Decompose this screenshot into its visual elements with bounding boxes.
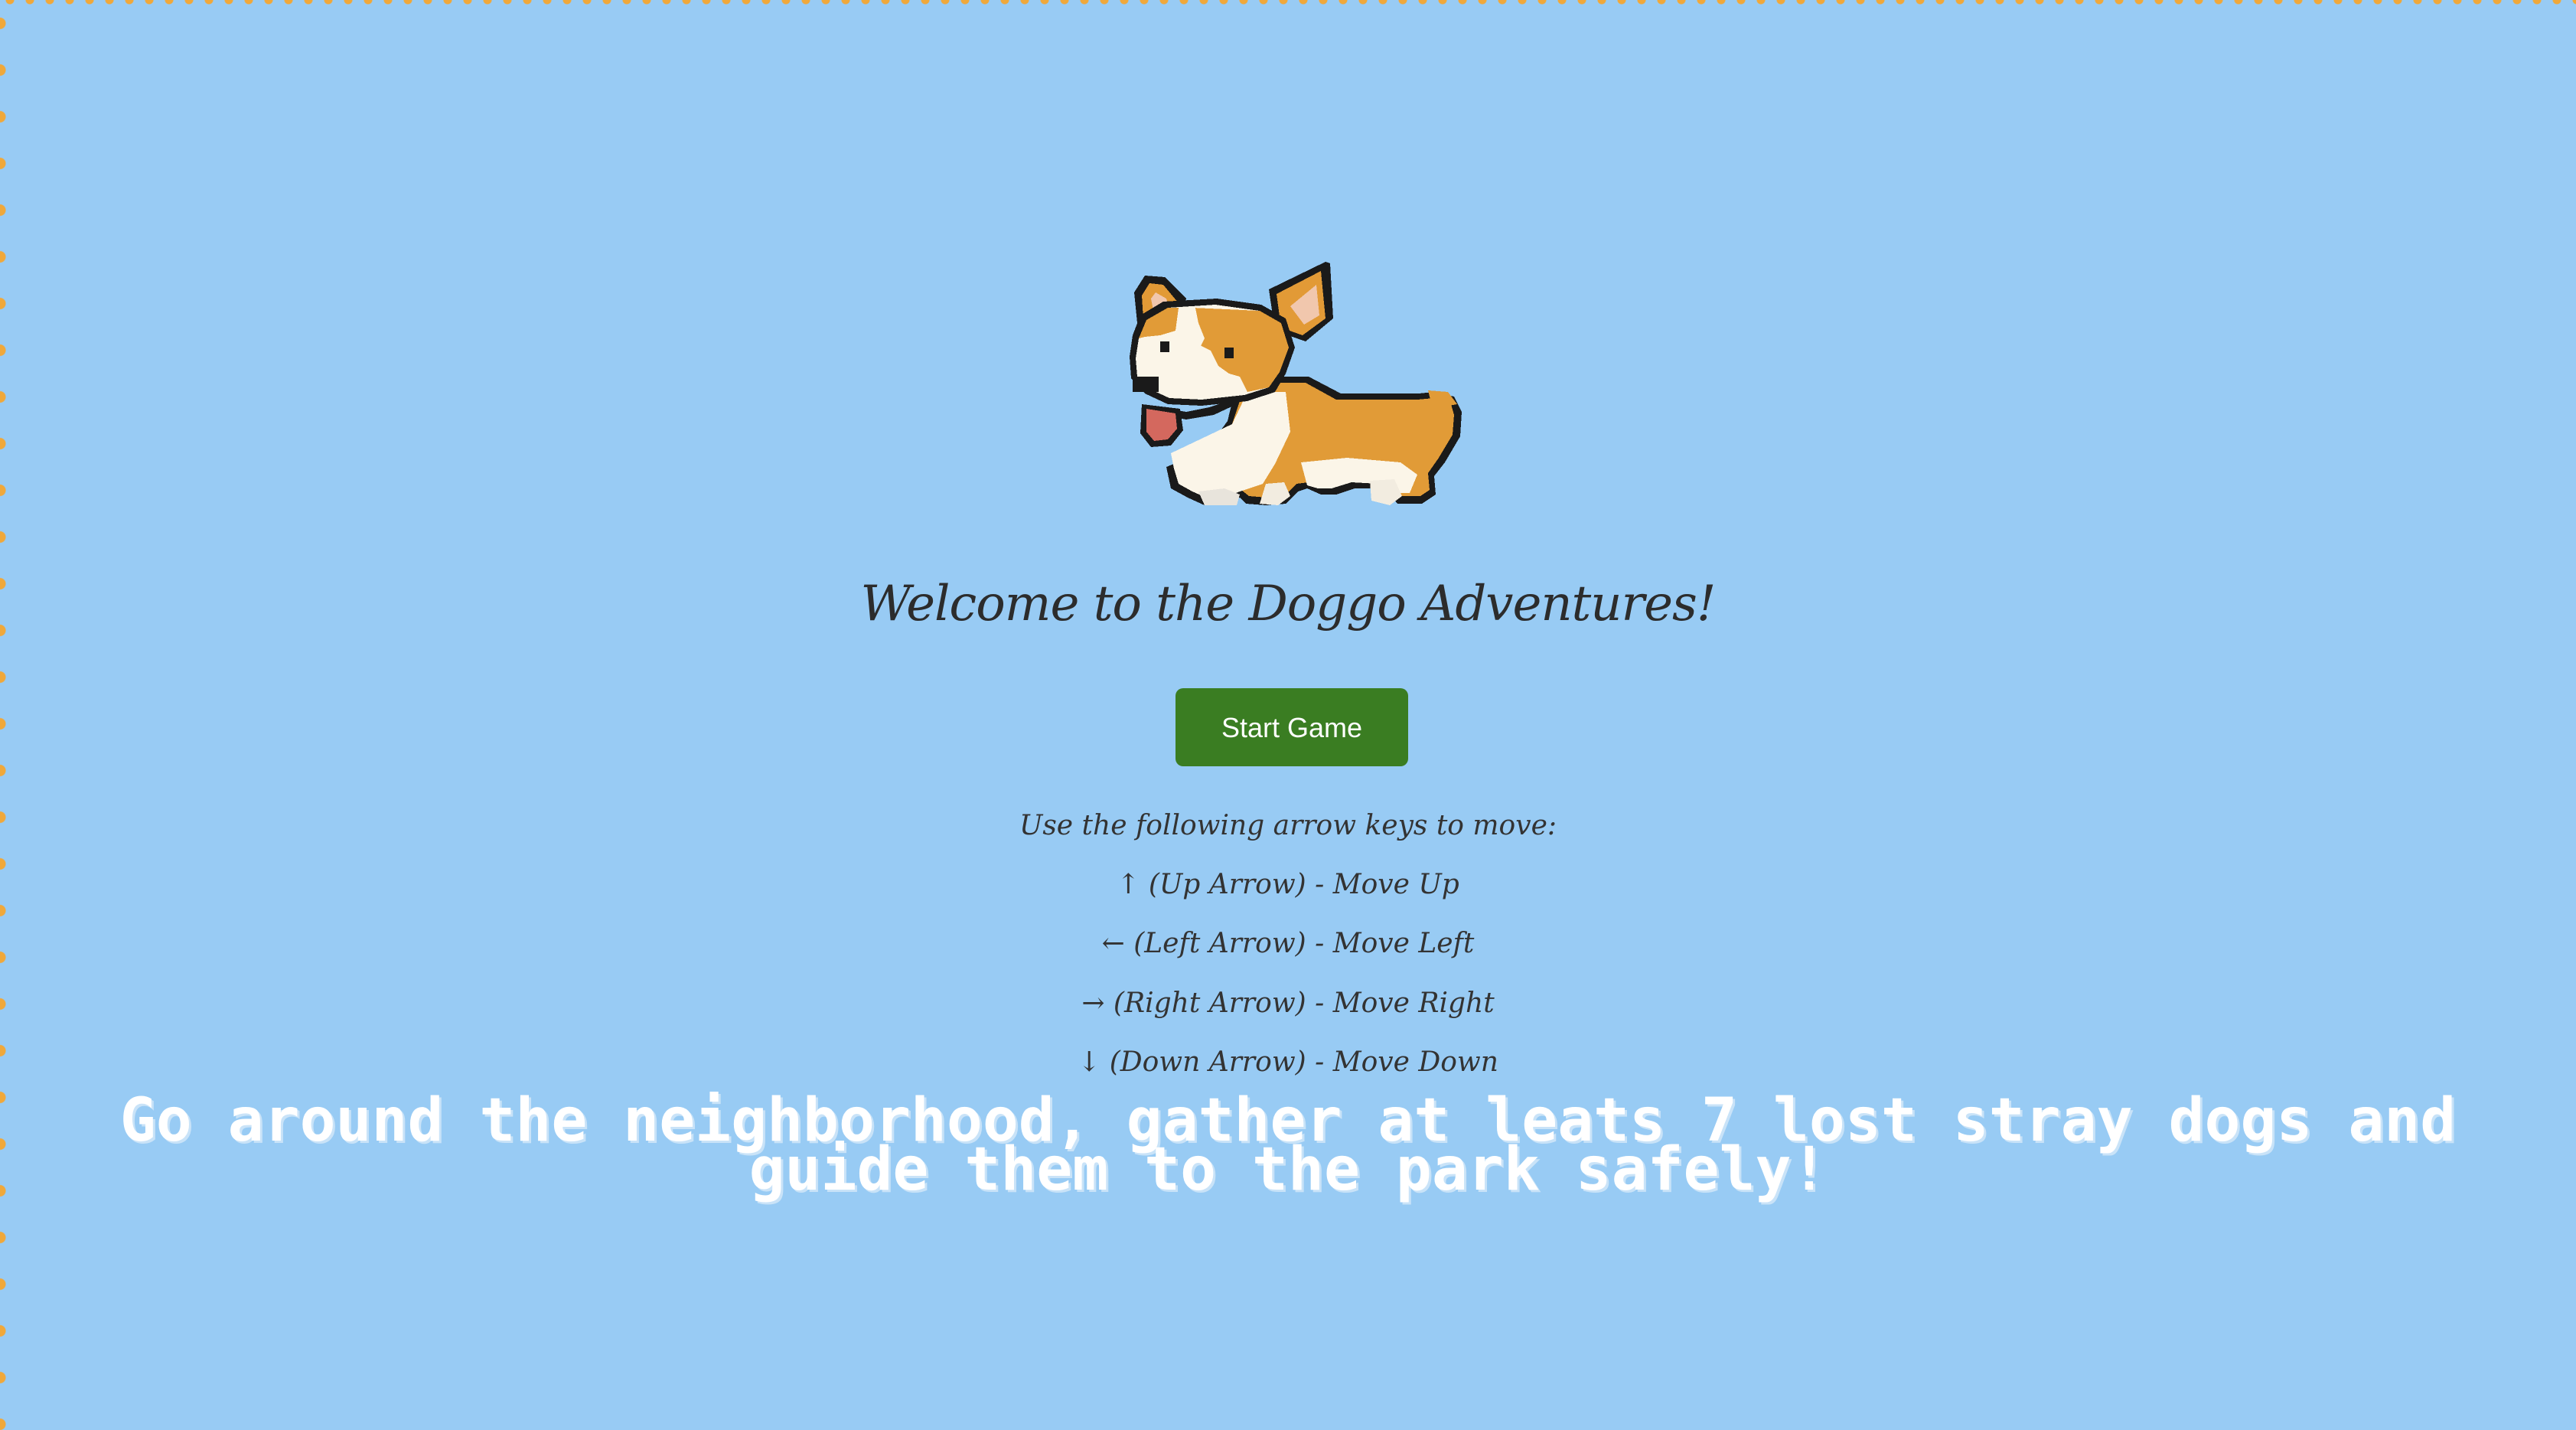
instruction-up: ↑ (Up Arrow) - Move Up [1117, 869, 1459, 900]
instruction-right: → (Right Arrow) - Move Right [1081, 988, 1495, 1019]
start-game-button[interactable]: Start Game [1176, 688, 1408, 766]
instruction-left: ← (Left Arrow) - Move Left [1101, 928, 1475, 959]
instructions-heading: Use the following arrow keys to move: [1019, 810, 1557, 841]
start-screen: Welcome to the Doggo Adventures! Start G… [0, 0, 2576, 1430]
welcome-title: Welcome to the Doggo Adventures! [860, 576, 1717, 632]
mission-text: Go around the neighborhood, gather at le… [119, 1086, 2457, 1204]
instruction-down: ↓ (Down Arrow) - Move Down [1078, 1046, 1498, 1078]
corgi-image [1130, 262, 1462, 505]
